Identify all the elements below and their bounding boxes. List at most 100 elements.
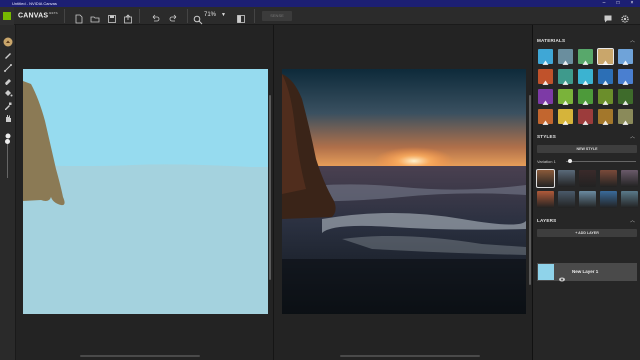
eyedropper-icon[interactable] <box>3 98 13 110</box>
style-thumbnail[interactable] <box>537 191 554 208</box>
brush-size-slider[interactable] <box>7 138 8 178</box>
material-swatch[interactable] <box>618 49 633 65</box>
new-style-button[interactable]: NEW STYLE <box>537 145 637 153</box>
material-swatch[interactable] <box>618 69 633 85</box>
material-swatch[interactable] <box>597 48 614 65</box>
maximize-icon[interactable]: □ <box>611 0 625 7</box>
flower-icon <box>542 93 549 105</box>
material-swatch[interactable] <box>558 69 573 85</box>
style-thumbnail[interactable] <box>558 170 575 187</box>
style-thumbnail[interactable] <box>600 170 617 187</box>
fill-bucket-icon[interactable] <box>3 85 13 97</box>
material-swatch[interactable] <box>598 69 613 85</box>
eraser-icon[interactable] <box>3 73 13 85</box>
zoom-dropdown-icon[interactable]: ▼ <box>221 12 226 18</box>
feedback-icon[interactable] <box>603 11 613 23</box>
segmentation-canvas[interactable] <box>23 69 268 314</box>
variation-slider[interactable] <box>566 161 636 162</box>
material-swatch[interactable] <box>558 49 573 65</box>
redo-icon[interactable] <box>169 11 179 22</box>
export-icon[interactable] <box>123 11 133 24</box>
painted-strokes <box>23 81 268 314</box>
brush-size-icon <box>3 128 13 139</box>
materials-collapse-icon[interactable]: ︿ <box>630 37 635 44</box>
sky-icon <box>542 53 549 65</box>
material-swatch[interactable] <box>558 109 573 125</box>
left-horizontal-scrollbar[interactable] <box>80 355 200 357</box>
right-canvas-scrollbar[interactable] <box>529 95 531 285</box>
styles-title: STYLES <box>537 134 557 139</box>
snow-icon <box>582 73 589 85</box>
tools-sidebar <box>0 25 16 360</box>
left-canvas-scrollbar[interactable] <box>269 95 271 280</box>
right-panel: MATERIALS ︿ STYLES ︿ NEW STYLE Variation… <box>532 25 640 360</box>
layer-row[interactable]: New Layer 1 <box>537 263 637 282</box>
app-name: CANVAS <box>18 12 49 20</box>
layer-thumbnail <box>538 264 554 280</box>
layers-title: LAYERS <box>537 218 557 223</box>
material-swatch[interactable] <box>538 49 553 65</box>
styles-collapse-icon[interactable]: ︿ <box>630 133 635 140</box>
app-badge: BETA <box>49 11 58 15</box>
mountain-icon <box>542 73 549 85</box>
disabled-button[interactable]: SENSE <box>262 11 292 21</box>
nvidia-logo-icon <box>0 7 14 25</box>
style-thumbnail[interactable] <box>621 191 638 208</box>
tree-icon <box>582 93 589 105</box>
save-icon[interactable] <box>107 11 117 23</box>
canvas-divider <box>273 25 274 360</box>
variation-label: Variation 1 <box>537 159 556 164</box>
material-swatch[interactable] <box>618 109 633 125</box>
pan-hand-icon[interactable] <box>3 110 13 122</box>
material-swatch[interactable] <box>558 89 573 105</box>
style-thumbnail[interactable] <box>600 191 617 208</box>
right-horizontal-scrollbar[interactable] <box>340 355 480 357</box>
material-swatch[interactable] <box>598 109 613 125</box>
zoom-icon <box>193 12 203 25</box>
output-image <box>282 69 526 314</box>
toolbar-divider <box>139 9 140 23</box>
toolbar-divider <box>254 9 255 23</box>
style-thumbnail[interactable] <box>536 169 555 188</box>
window-titlebar: Untitled - NVIDIA Canvas – □ × <box>0 0 640 7</box>
minimize-icon[interactable]: – <box>597 0 611 7</box>
material-swatch[interactable] <box>618 89 633 105</box>
undo-icon[interactable] <box>150 11 160 22</box>
sea-icon <box>622 73 629 85</box>
zoom-level[interactable]: 71% <box>204 12 216 18</box>
style-thumbnail[interactable] <box>579 170 596 187</box>
layers-collapse-icon[interactable]: ︿ <box>630 217 635 224</box>
layer-name[interactable]: New Layer 1 <box>572 269 598 274</box>
style-thumbnail[interactable] <box>579 191 596 208</box>
material-picker-icon[interactable] <box>3 34 13 47</box>
open-folder-icon[interactable] <box>90 11 100 23</box>
style-thumbnail[interactable] <box>558 191 575 208</box>
gravel-icon <box>582 113 589 125</box>
close-icon[interactable]: × <box>625 0 639 7</box>
brush-size-knob[interactable] <box>5 139 10 144</box>
material-swatch[interactable] <box>578 89 593 105</box>
brush-icon[interactable] <box>3 47 13 59</box>
dirt-icon <box>602 53 609 65</box>
new-file-icon[interactable] <box>74 11 84 24</box>
material-swatch[interactable] <box>578 109 593 125</box>
material-swatch[interactable] <box>538 109 553 125</box>
toolbar-divider <box>187 9 188 23</box>
material-swatch[interactable] <box>578 69 593 85</box>
material-swatch[interactable] <box>578 49 593 65</box>
rock-icon <box>542 113 549 125</box>
style-thumbnail[interactable] <box>621 170 638 187</box>
materials-title: MATERIALS <box>537 38 566 43</box>
material-swatch[interactable] <box>538 69 553 85</box>
window-title: Untitled - NVIDIA Canvas <box>12 1 57 6</box>
material-swatch[interactable] <box>538 89 553 105</box>
eye-icon[interactable] <box>559 269 565 282</box>
settings-gear-icon[interactable] <box>620 11 630 23</box>
add-layer-button[interactable]: + ADD LAYER <box>537 229 637 237</box>
materials-grid <box>538 48 633 125</box>
variation-slider-knob[interactable] <box>567 159 572 163</box>
material-swatch[interactable] <box>598 89 613 105</box>
line-icon[interactable] <box>3 60 13 72</box>
cloud-icon <box>562 53 569 65</box>
split-view-icon[interactable] <box>236 11 246 23</box>
